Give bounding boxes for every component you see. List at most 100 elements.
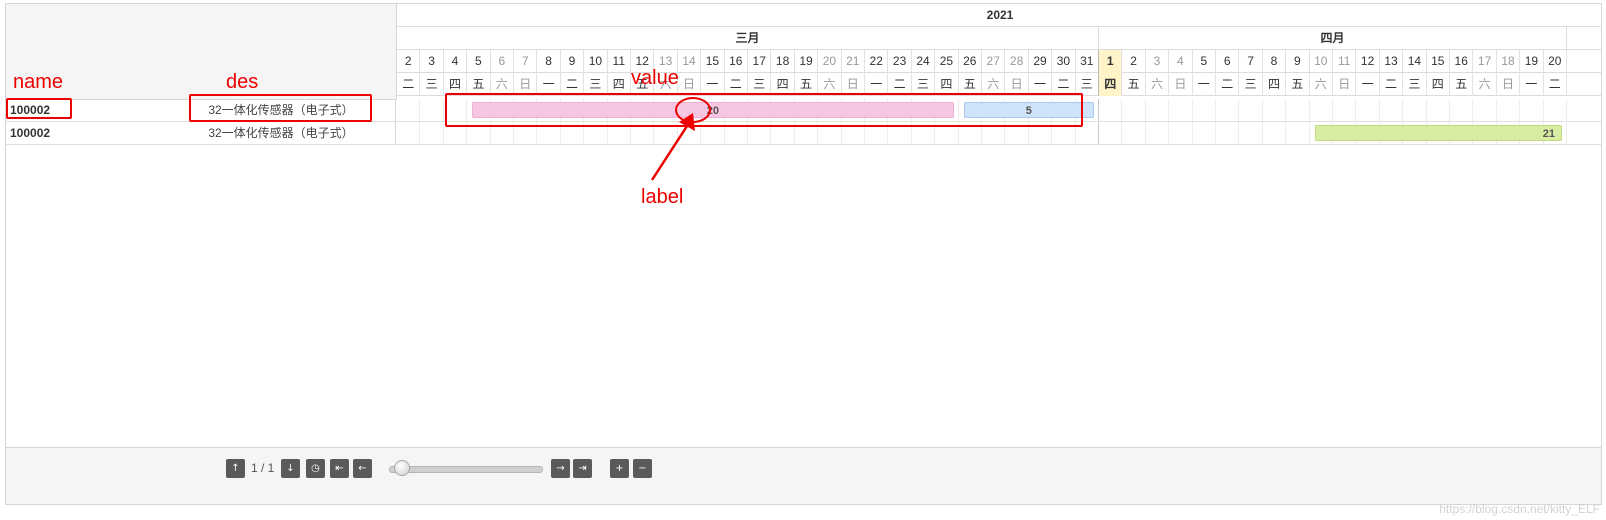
zoom-out-button[interactable]: − bbox=[633, 459, 652, 478]
day-number: 4 bbox=[1169, 50, 1193, 73]
month-label: 四月 bbox=[1099, 27, 1567, 50]
grid-cell bbox=[1520, 99, 1544, 121]
weekday-label: 五 bbox=[1122, 73, 1146, 96]
watermark: https://blog.csdn.net/kitty_ELF bbox=[1439, 502, 1600, 516]
year-label: 2021 bbox=[986, 8, 1014, 22]
weekday-label: 三 bbox=[1239, 73, 1263, 96]
weekday-label: 三 bbox=[420, 73, 444, 96]
page-down-button[interactable]: ↓ bbox=[281, 459, 300, 478]
day-number: 7 bbox=[514, 50, 538, 73]
row-info-pane: 100002 32一体化传感器（电子式） bbox=[6, 122, 396, 144]
day-number: 11 bbox=[608, 50, 631, 73]
zoom-in-button[interactable]: + bbox=[610, 459, 629, 478]
day-number: 6 bbox=[491, 50, 514, 73]
grid-cell bbox=[1310, 99, 1333, 121]
day-number: 17 bbox=[748, 50, 772, 73]
weekday-label: 五 bbox=[1450, 73, 1474, 96]
grid-cell bbox=[1497, 99, 1521, 121]
grid-cell bbox=[1286, 99, 1310, 121]
page-up-button[interactable]: ↑ bbox=[226, 459, 245, 478]
weekday-label: 四 bbox=[1427, 73, 1450, 96]
day-number: 23 bbox=[888, 50, 912, 73]
day-number: 13 bbox=[1380, 50, 1404, 73]
gantt-left-header bbox=[6, 4, 397, 100]
day-number: 30 bbox=[1052, 50, 1076, 73]
day-number: 14 bbox=[678, 50, 702, 73]
day-number: 1 bbox=[1099, 50, 1123, 73]
day-number: 9 bbox=[1286, 50, 1310, 73]
day-number: 19 bbox=[1520, 50, 1544, 73]
label-annotation-circle bbox=[675, 97, 711, 123]
grid-cell bbox=[1146, 122, 1170, 144]
weekday-label: 六 bbox=[1473, 73, 1497, 96]
day-number: 14 bbox=[1403, 50, 1427, 73]
weekday-label: 日 bbox=[1169, 73, 1193, 96]
grid-cell bbox=[1450, 99, 1474, 121]
zoom-slider-handle[interactable] bbox=[394, 460, 410, 476]
day-number: 10 bbox=[584, 50, 608, 73]
grid-cell bbox=[1122, 99, 1146, 121]
day-number: 22 bbox=[865, 50, 889, 73]
day-number: 2 bbox=[1122, 50, 1146, 73]
day-number: 5 bbox=[1193, 50, 1216, 73]
row-name: 100002 bbox=[10, 126, 51, 140]
grid-cell bbox=[1193, 122, 1216, 144]
grid-cell bbox=[1263, 99, 1287, 121]
page-indicator: 1 / 1 bbox=[251, 461, 275, 475]
grid-cell bbox=[1122, 122, 1146, 144]
grid-cell bbox=[420, 99, 444, 121]
day-number: 3 bbox=[1146, 50, 1170, 73]
weekday-label: 一 bbox=[1356, 73, 1380, 96]
weekday-label: 四 bbox=[1099, 73, 1123, 96]
gantt-bar[interactable]: 21 bbox=[1314, 125, 1562, 141]
gantt-timeline-header: 2021 三月 四月 2 3 4 5 6 7 8 9 10 11 12 13 14 15 16 17 18 19 20… bbox=[397, 4, 1601, 99]
weekday-label: 三 bbox=[1403, 73, 1427, 96]
weekday-label: 日 bbox=[1333, 73, 1357, 96]
grid-cell bbox=[397, 99, 421, 121]
weekday-label: 二 bbox=[1216, 73, 1240, 96]
day-number: 6 bbox=[1216, 50, 1240, 73]
day-number: 17 bbox=[1473, 50, 1497, 73]
day-number: 21 bbox=[842, 50, 865, 73]
day-number: 20 bbox=[1544, 50, 1567, 73]
day-number: 31 bbox=[1076, 50, 1099, 73]
day-number: 26 bbox=[959, 50, 982, 73]
grid-cell bbox=[1216, 99, 1240, 121]
scroll-end-button[interactable]: ⇥ bbox=[573, 459, 592, 478]
day-number: 12 bbox=[1356, 50, 1380, 73]
grid-cell bbox=[1403, 99, 1427, 121]
scroll-left-button[interactable]: ← bbox=[353, 459, 372, 478]
name-annotation-box bbox=[6, 98, 72, 119]
grid-cell bbox=[1263, 122, 1287, 144]
day-number: 11 bbox=[1333, 50, 1357, 73]
grid-cell bbox=[1099, 122, 1123, 144]
scroll-begin-button[interactable]: ⇤ bbox=[330, 459, 349, 478]
day-number: 8 bbox=[1263, 50, 1287, 73]
day-row: 2 3 4 5 6 7 8 9 10 11 12 13 14 15 16 17 18 19 20 21 22 23 24 25… bbox=[397, 50, 1601, 73]
value-annotation-text: value bbox=[631, 67, 679, 89]
des-annotation-box bbox=[189, 94, 372, 122]
gantt-navigation-bar: ↑ 1 / 1 ↓ ◷ ⇤ ← → ⇥ + − bbox=[6, 447, 1601, 504]
day-number: 15 bbox=[701, 50, 725, 73]
weekday-label: 日 bbox=[1497, 73, 1521, 96]
day-number: 18 bbox=[771, 50, 795, 73]
scroll-right-button[interactable]: → bbox=[551, 459, 570, 478]
day-number: 2 bbox=[397, 50, 421, 73]
grid-cell bbox=[1239, 122, 1263, 144]
day-number: 10 bbox=[1310, 50, 1333, 73]
day-number: 24 bbox=[912, 50, 936, 73]
grid-cell bbox=[1286, 122, 1310, 144]
grid-cell bbox=[1193, 99, 1216, 121]
day-number: 28 bbox=[1005, 50, 1029, 73]
day-number: 3 bbox=[420, 50, 444, 73]
zoom-slider-track[interactable] bbox=[389, 466, 543, 473]
today-clock-button[interactable]: ◷ bbox=[306, 459, 325, 478]
grid-cell bbox=[420, 122, 444, 144]
grid-cell bbox=[1146, 99, 1170, 121]
grid-cell bbox=[1216, 122, 1240, 144]
name-annotation-text: name bbox=[13, 71, 64, 93]
day-number: 16 bbox=[725, 50, 748, 73]
day-number: 4 bbox=[444, 50, 468, 73]
day-number: 25 bbox=[935, 50, 959, 73]
day-number: 27 bbox=[982, 50, 1006, 73]
